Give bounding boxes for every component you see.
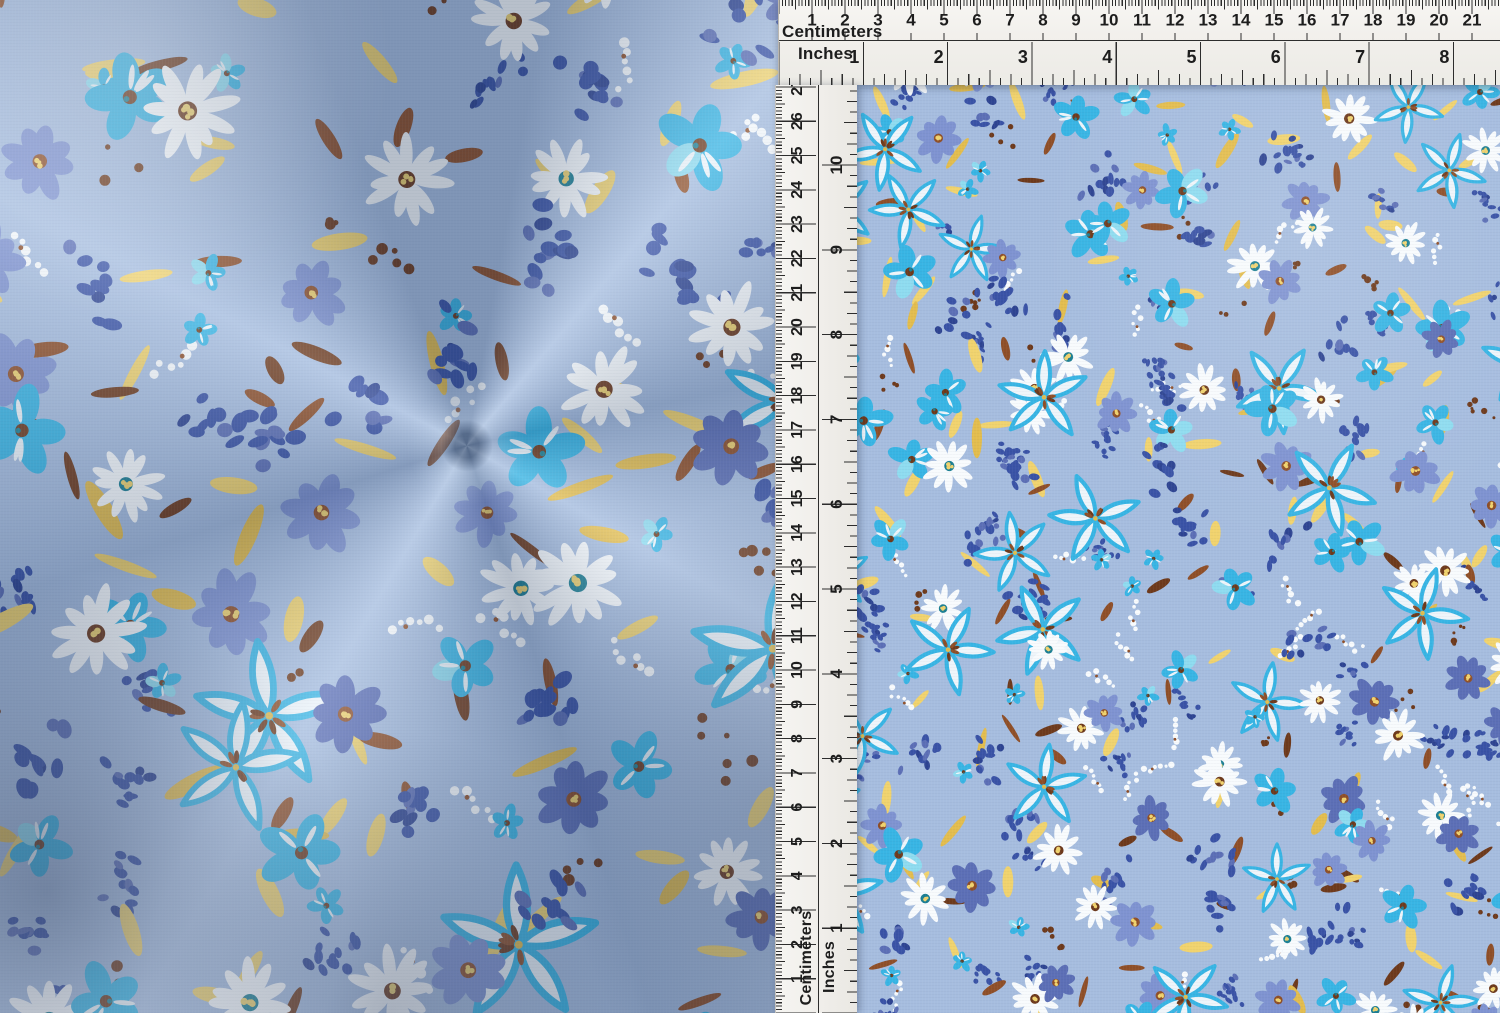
side-centimeters-label: Centimeters [798,911,816,1006]
top-inches-label: Inches [798,44,853,64]
horizontal-ruler-scale: 1234567891011121314151617181920211234567… [779,0,1500,85]
horizontal-ruler: 1234567891011121314151617181920211234567… [778,0,1500,85]
fabric-pattern-flat [856,85,1500,1013]
top-centimeters-label: Centimeters [782,22,882,42]
fabric-listing-photo: 1234567891011121314151617181920211234567… [0,0,1500,1013]
side-inches-label: Inches [821,941,839,993]
fabric-swirl-photo [0,0,778,1013]
fabric-flat-swatch [856,85,1500,1013]
fabric-pattern-swirl [0,0,778,1013]
vertical-ruler-scale: 2726252423222120191817161514131211109876… [776,85,857,1013]
vertical-ruler: 2726252423222120191817161514131211109876… [775,85,857,1013]
